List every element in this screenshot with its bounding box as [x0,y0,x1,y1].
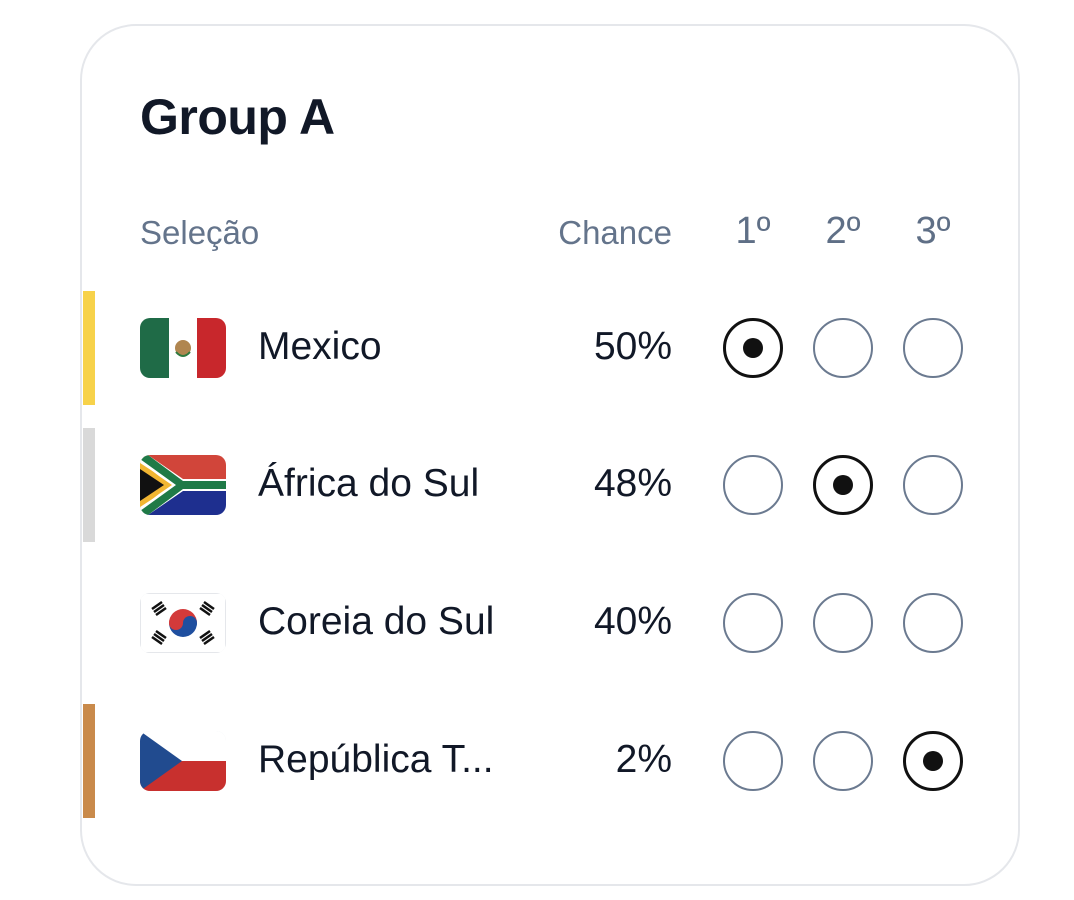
first-place-radio[interactable] [723,731,783,791]
team-name: África do Sul [258,462,480,505]
second-place-radio[interactable] [813,731,873,791]
third-place-radio[interactable] [903,593,963,653]
second-place-radio[interactable] [813,593,873,653]
team-row: República T... 2% [0,704,1074,818]
header-selection: Seleção [140,214,260,251]
team-name: Coreia do Sul [258,600,495,643]
team-accent-bar [83,428,95,542]
czech-republic-flag-icon [140,731,226,791]
team-chance: 40% [593,600,672,643]
second-place-radio[interactable] [813,318,873,378]
third-place-radio[interactable] [903,455,963,515]
header-second-place: 2º [825,210,861,252]
team-row: Coreia do Sul 40% [0,566,1074,680]
mexico-flag-icon [140,318,226,378]
team-name: República T... [258,738,494,781]
header-first-place: 1º [735,210,771,252]
team-row: Mexico 50% [0,291,1074,405]
team-chance: 48% [593,462,672,505]
south-korea-flag-icon [140,593,226,653]
team-name: Mexico [258,325,382,368]
first-place-radio[interactable] [723,593,783,653]
second-place-radio[interactable] [813,455,873,515]
team-chance: 2% [615,738,672,781]
south-africa-flag-icon [140,455,226,515]
team-row: África do Sul 48% [0,428,1074,542]
first-place-radio[interactable] [723,455,783,515]
team-chance: 50% [593,325,672,368]
group-title: Group A [140,89,335,145]
team-accent-bar [83,704,95,818]
header-chance: Chance [558,214,672,251]
third-place-radio[interactable] [903,318,963,378]
team-accent-bar [83,291,95,405]
header-third-place: 3º [915,210,951,252]
first-place-radio[interactable] [723,318,783,378]
third-place-radio[interactable] [903,731,963,791]
